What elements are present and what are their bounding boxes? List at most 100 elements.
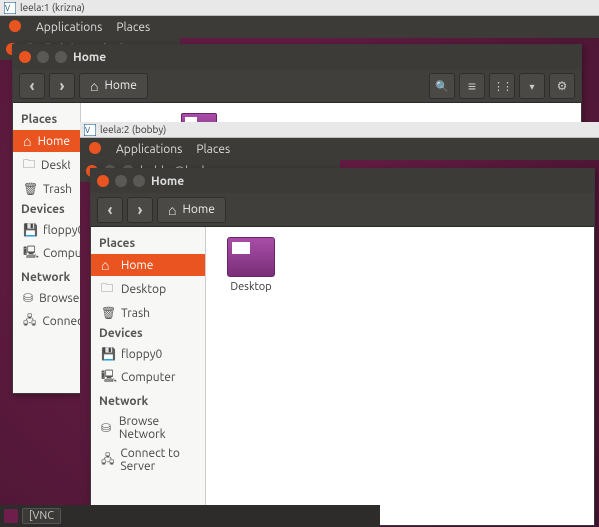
breadcrumb-home[interactable]: Home	[157, 197, 226, 223]
floppy-icon: 💾	[101, 347, 115, 361]
forward-button[interactable]	[49, 73, 75, 99]
sidebar-item-label: Desktop	[121, 283, 166, 296]
trash-icon: 🗑	[23, 182, 37, 196]
maximize-icon[interactable]	[55, 51, 67, 63]
sidebar-item-computer[interactable]: 🖳 Comput	[13, 240, 80, 267]
sidebar-2: Places Home 🗀 Desktop 🗑 Trash Devices 💾 …	[91, 227, 206, 525]
gnome-panel-2: Applications Places	[80, 138, 599, 160]
launcher-icon[interactable]	[4, 509, 18, 523]
sidebar-item-label: floppy0	[43, 224, 81, 237]
sidebar-item-floppy[interactable]: 💾 floppy0	[13, 220, 80, 240]
sidebar-item-desktop[interactable]: 🗀 Desktop	[13, 152, 80, 179]
sidebar-head-devices: Devices	[13, 199, 80, 220]
sidebar-head-devices: Devices	[91, 323, 205, 344]
sidebar-item-label: Browse	[39, 292, 79, 305]
toolbar-1: Home	[13, 69, 581, 103]
svg-text:V: V	[5, 4, 10, 13]
window-titlebar-1[interactable]: Home	[13, 45, 581, 69]
gnome-panel-1: Applications Places	[0, 16, 599, 38]
folder-label: Desktop	[230, 281, 271, 293]
breadcrumb-home[interactable]: Home	[79, 73, 148, 99]
window-titlebar-2[interactable]: Home	[91, 169, 594, 193]
panel-menu-applications[interactable]: Applications	[116, 143, 182, 156]
grid-view-button[interactable]	[489, 73, 515, 99]
content-area-2[interactable]: Desktop	[206, 227, 594, 525]
sidebar-head-places: Places	[91, 233, 205, 254]
close-icon[interactable]	[97, 175, 109, 187]
vnc-title-bar-2: V leela:2 (bobby)	[80, 122, 599, 138]
sidebar-item-home[interactable]: Home	[91, 254, 205, 276]
forward-icon	[137, 201, 142, 219]
file-manager-window-2: Home Home Places Home 🗀 Desktop 🗑 Trash	[90, 168, 595, 526]
sidebar-head-network: Network	[91, 391, 205, 412]
sidebar-item-label: Connect to Server	[120, 447, 195, 473]
list-view-button[interactable]	[459, 73, 485, 99]
maximize-icon[interactable]	[133, 175, 145, 187]
list-view-icon	[468, 78, 476, 94]
home-icon	[90, 78, 98, 94]
folder-icon: 🗀	[101, 279, 115, 300]
sidebar-item-label: Browse Network	[119, 415, 195, 441]
sidebar-item-label: Desktop	[41, 159, 70, 172]
network-icon: ⛁	[101, 421, 113, 435]
panel-menu-places[interactable]: Places	[116, 21, 150, 34]
panel-menu-places[interactable]: Places	[196, 143, 230, 156]
home-icon	[168, 202, 176, 218]
search-button[interactable]	[429, 73, 455, 99]
breadcrumb-label: Home	[182, 203, 214, 216]
gear-button[interactable]	[549, 73, 575, 99]
vnc-title-2: leela:2 (bobby)	[100, 124, 166, 135]
sidebar-item-trash[interactable]: 🗑 Trash	[91, 303, 205, 323]
sidebar-item-trash[interactable]: 🗑 Trash	[13, 179, 80, 199]
sidebar-item-label: Connect	[42, 315, 81, 328]
server-icon: 🖧	[23, 311, 36, 332]
chevron-down-icon	[529, 79, 534, 93]
window-title: Home	[73, 51, 106, 64]
sidebar-item-browse[interactable]: ⛁ Browse	[13, 288, 80, 308]
sidebar-item-label: Comput	[43, 247, 81, 260]
sidebar-head-places: Places	[13, 109, 80, 130]
back-icon	[29, 77, 34, 95]
taskbar: [VNC	[0, 505, 380, 527]
sidebar-item-home[interactable]: Home	[13, 130, 80, 152]
sidebar-item-browse-network[interactable]: ⛁ Browse Network	[91, 412, 205, 444]
vnc-title-1: leela:1 (krizna)	[20, 2, 85, 13]
minimize-icon[interactable]	[115, 175, 127, 187]
folder-icon	[227, 237, 275, 277]
panel-menu-applications[interactable]: Applications	[36, 21, 102, 34]
breadcrumb-label: Home	[104, 79, 136, 92]
sidebar-item-label: floppy0	[121, 348, 162, 361]
back-icon	[107, 201, 112, 219]
sidebar-item-label: Trash	[121, 307, 150, 320]
search-icon	[435, 79, 449, 93]
folder-desktop[interactable]: Desktop	[216, 237, 286, 293]
back-button[interactable]	[97, 197, 123, 223]
network-icon: ⛁	[23, 291, 33, 305]
gear-icon	[557, 79, 568, 93]
window-title: Home	[151, 175, 184, 188]
svg-text:V: V	[85, 126, 90, 135]
sidebar-item-computer[interactable]: 🖳 Computer	[91, 364, 205, 391]
sidebar-item-floppy[interactable]: 💾 floppy0	[91, 344, 205, 364]
forward-button[interactable]	[127, 197, 153, 223]
taskbar-item-vnc[interactable]: [VNC	[22, 508, 61, 524]
sidebar-item-connect-server[interactable]: 🖧 Connect to Server	[91, 444, 205, 476]
view-dropdown-button[interactable]	[519, 73, 545, 99]
trash-icon: 🗑	[101, 306, 115, 320]
floppy-icon: 💾	[23, 223, 37, 237]
back-button[interactable]	[19, 73, 45, 99]
vnc-logo-icon: V	[84, 124, 96, 136]
vnc-title-bar-1: V leela:1 (krizna)	[0, 0, 599, 16]
close-icon[interactable]	[19, 51, 31, 63]
sidebar-item-desktop[interactable]: 🗀 Desktop	[91, 276, 205, 303]
sidebar-1: Places Home 🗀 Desktop 🗑 Trash Devices 💾 …	[13, 103, 81, 393]
sidebar-item-label: Home	[38, 135, 70, 148]
taskbar-item-label: [VNC	[29, 510, 54, 522]
computer-icon: 🖳	[101, 367, 115, 388]
minimize-icon[interactable]	[37, 51, 49, 63]
vnc-logo-icon: V	[4, 2, 16, 14]
sidebar-item-connect[interactable]: 🖧 Connect	[13, 308, 80, 335]
sidebar-head-network: Network	[13, 267, 80, 288]
home-icon	[101, 257, 115, 273]
computer-icon: 🖳	[23, 243, 37, 264]
